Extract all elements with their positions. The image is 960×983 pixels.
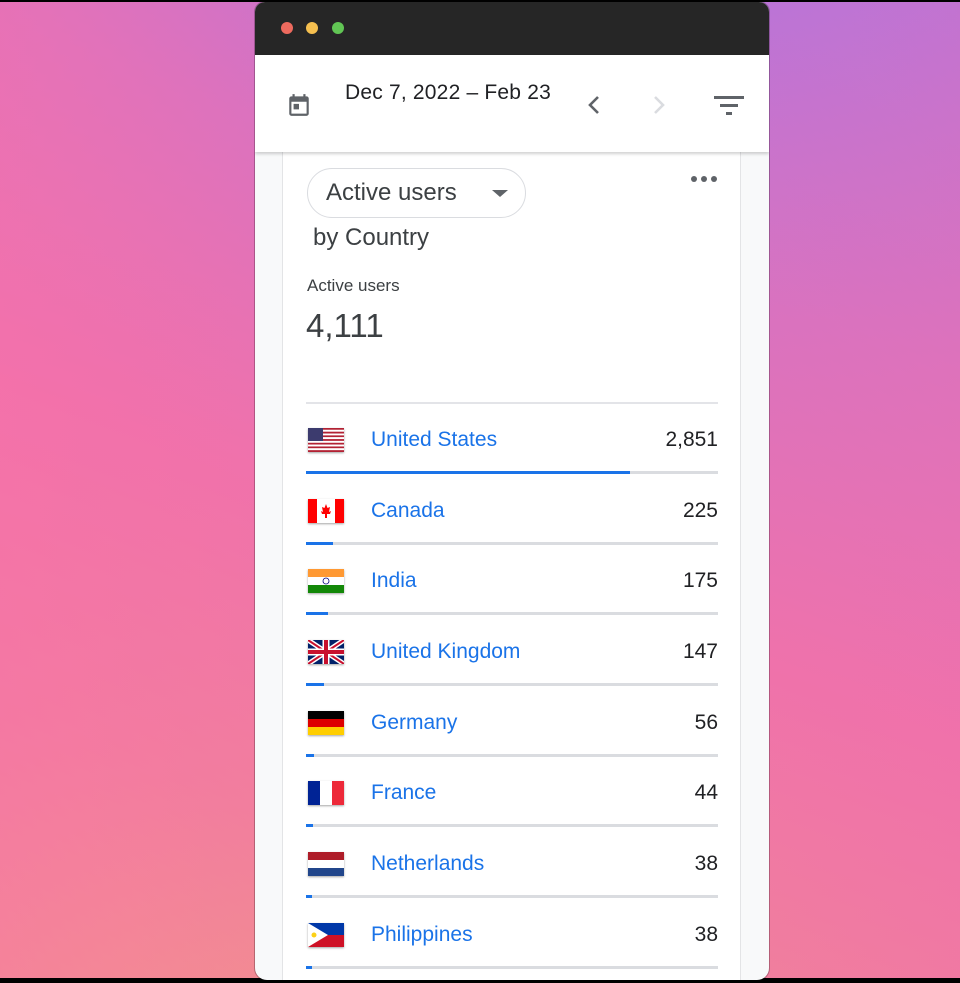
more-horizontal-icon [691, 176, 697, 182]
country-value: 225 [682, 498, 718, 522]
share-bar-track [306, 824, 718, 828]
share-bar-fill [306, 965, 312, 969]
chevron-left-icon [588, 96, 599, 114]
country-row[interactable]: Netherlands 38 [304, 828, 718, 899]
country-value: 44 [694, 781, 718, 805]
share-bar-fill [306, 612, 328, 616]
share-bar-fill [306, 683, 325, 687]
date-range-header: Dec 7, 2022 – Feb 23 [255, 55, 769, 152]
flag-ca-icon [308, 498, 344, 523]
flag-in-icon [308, 569, 344, 594]
country-link[interactable]: Germany [371, 711, 457, 735]
previous-period-button[interactable] [583, 93, 605, 117]
card-subtitle: by Country [313, 224, 430, 251]
kpi-value: 4,111 [306, 307, 384, 344]
country-row[interactable]: Philippines 38 [304, 899, 718, 970]
metric-selector-label: Active users [326, 179, 457, 206]
flag-gb-icon [308, 640, 344, 665]
share-bar-track [306, 895, 718, 899]
share-bar-fill [306, 824, 313, 828]
next-period-button[interactable] [648, 93, 670, 117]
country-link[interactable]: Canada [371, 499, 445, 523]
flag-ph-icon [308, 922, 344, 947]
country-value: 2,851 [665, 428, 718, 451]
country-row[interactable]: India 175 [304, 545, 718, 616]
kpi-label: Active users [307, 276, 400, 295]
country-list: United States 2,851 Canada 225 India 175… [304, 404, 718, 970]
filter-icon [714, 96, 744, 115]
share-bar-track [306, 541, 718, 545]
country-value: 38 [694, 922, 718, 946]
country-report-card: Active users by Country Active users 4,1… [282, 152, 741, 980]
chevron-right-icon [654, 96, 665, 114]
minimize-window-button[interactable] [306, 22, 318, 34]
country-link[interactable]: United States [371, 428, 497, 452]
country-value: 175 [682, 569, 718, 593]
more-options-button[interactable] [691, 174, 719, 184]
country-row[interactable]: Germany 56 [304, 687, 718, 758]
share-bar-track [306, 683, 718, 687]
country-row[interactable]: United Kingdom 147 [304, 616, 718, 687]
close-window-button[interactable] [281, 22, 293, 34]
filter-button[interactable] [713, 95, 745, 117]
more-dot [701, 176, 707, 182]
country-row[interactable]: United States 2,851 [304, 404, 718, 475]
share-bar-track [306, 612, 718, 616]
share-bar-fill [306, 895, 312, 899]
app-window: Dec 7, 2022 – Feb 23 Active users by Cou… [255, 2, 769, 980]
country-link[interactable]: France [371, 781, 436, 805]
country-link[interactable]: United Kingdom [371, 640, 520, 664]
country-value: 56 [694, 710, 718, 734]
flag-de-icon [308, 710, 344, 735]
country-value: 38 [694, 852, 718, 876]
country-row[interactable]: France 44 [304, 757, 718, 828]
country-value: 147 [682, 640, 718, 664]
flag-nl-icon [308, 852, 344, 877]
metric-selector-dropdown[interactable]: Active users [307, 168, 526, 218]
flag-us-icon [308, 428, 344, 452]
date-range-label[interactable]: Dec 7, 2022 – Feb 23 [345, 79, 565, 106]
zoom-window-button[interactable] [332, 22, 344, 34]
share-bar-fill [306, 753, 315, 757]
share-bar-track [306, 753, 718, 757]
country-link[interactable]: Philippines [371, 923, 473, 947]
calendar-icon[interactable] [286, 92, 312, 118]
share-bar-fill [306, 541, 334, 545]
country-link[interactable]: India [371, 569, 417, 593]
country-row[interactable]: Canada 225 [304, 475, 718, 546]
flag-fr-icon [308, 781, 344, 806]
share-bar-fill [306, 471, 630, 474]
share-bar-track [306, 965, 718, 969]
more-dot [711, 176, 717, 182]
share-bar-track [306, 471, 718, 474]
caret-down-icon [492, 190, 508, 197]
title-bar [255, 2, 769, 55]
country-link[interactable]: Netherlands [371, 852, 484, 876]
